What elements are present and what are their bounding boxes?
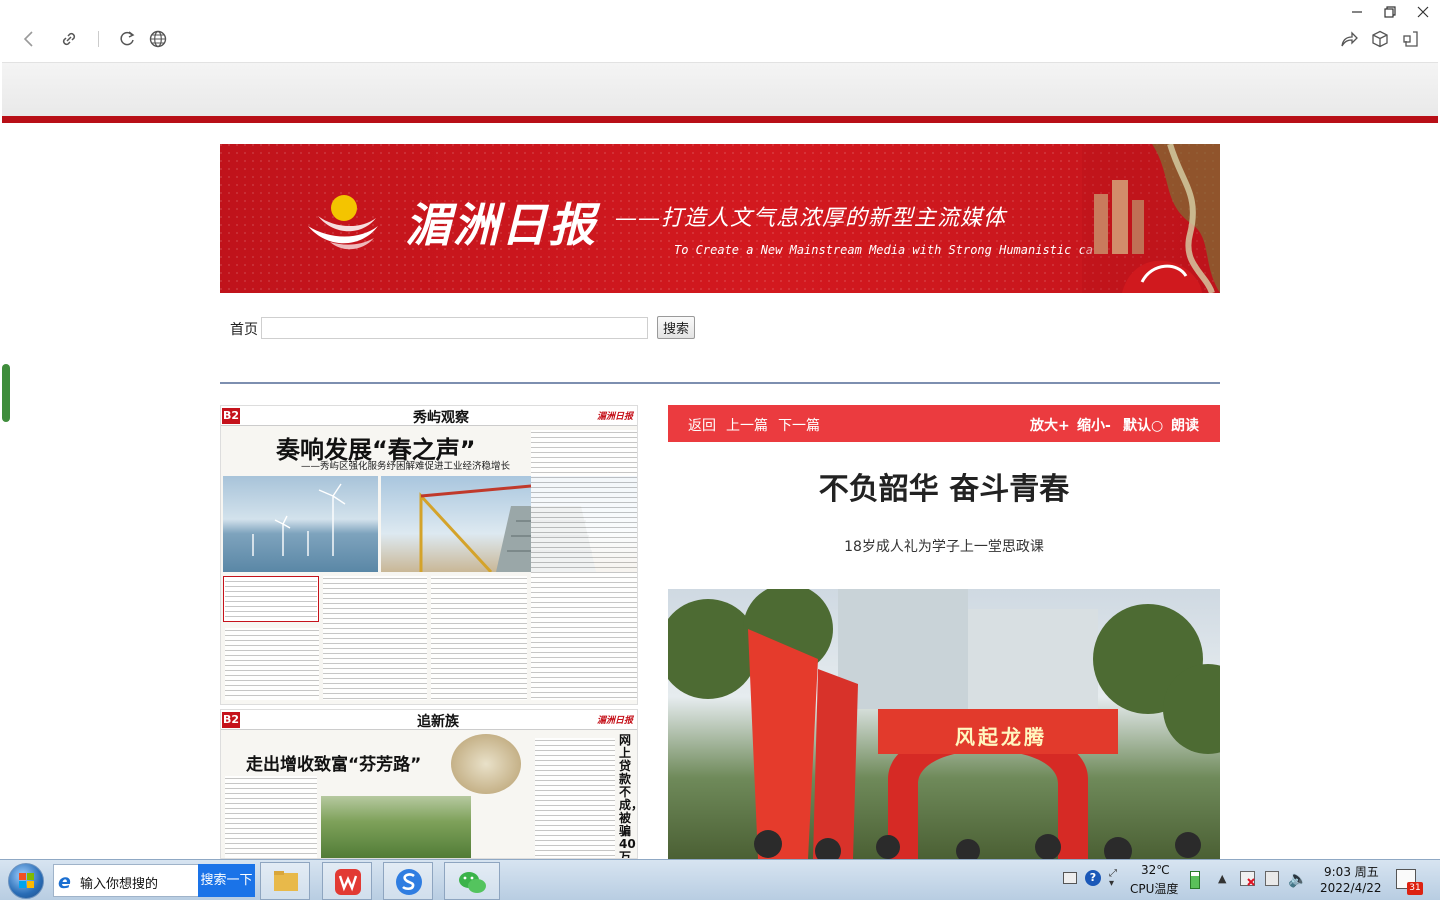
refresh-icon[interactable] [117,29,137,49]
page-header: B2 秀屿观察 湄洲日报 [221,406,637,426]
cpu-temperature-label: CPU温度 [1130,882,1179,896]
back-link[interactable]: 返回 [688,415,716,435]
ie-icon: e [58,871,71,893]
page-section: 秀屿观察 [413,410,469,426]
page-header: B2 追新族 湄洲日报 [221,710,637,730]
wind-farm-photo [223,476,378,572]
site-top-red-line [2,116,1438,123]
share-icon[interactable] [1339,29,1359,49]
taskbar-search-button[interactable]: 搜索一下 [198,864,255,897]
clock-date[interactable]: 2022/4/22 [1320,881,1382,895]
search-input[interactable] [261,317,648,339]
minimize-icon[interactable] [1348,3,1366,21]
next-article-link[interactable]: 下一篇 [778,415,820,435]
page-side-headline: 网上贷款不成，被骗40万 [619,733,637,859]
article-subtitle: 18岁成人礼为学子上一堂思政课 [844,539,1044,555]
taskbar-search-placeholder: 输入你想搜的 [80,877,159,892]
windows-start-icon[interactable] [8,863,44,899]
network-error-icon[interactable] [1240,871,1255,886]
pineapple-field-photo [321,796,471,858]
content-divider [220,382,1220,384]
windows-taskbar: e 输入你想搜的 搜索一下 ? ⤢ ▾ 32℃ CPU温度 ▲ 🔈 9:03 周五… [0,859,1440,900]
notification-badge: 31 [1407,882,1423,895]
file-explorer-icon[interactable] [260,862,310,900]
tray-arrows-icon[interactable]: ⤢ ▾ [1109,869,1117,889]
newspaper-logo-icon [308,195,378,250]
article-photo: 风起龙腾 [668,589,1220,859]
city-skyline-image [1082,144,1220,293]
site-banner: 湄洲日报 ——打造人文气息浓厚的新型主流媒体 To Create a New M… [220,144,1220,293]
page-brand: 湄洲日报 [596,412,633,422]
zoom-in-button[interactable]: 放大+ [1030,415,1070,435]
search-button[interactable]: 搜索 [657,316,695,339]
banner-slogan-english: To Create a New Mainstream Media with St… [674,243,1108,257]
newspaper-page-thumbnail[interactable]: B2 秀屿观察 湄洲日报 奏响发展“春之声” ——秀屿区强化服务纾困解难促进工业… [220,405,638,705]
wps-icon[interactable] [322,862,372,900]
page-brand: 湄洲日报 [596,716,633,726]
link-icon[interactable] [59,29,79,49]
person-photo [451,734,521,794]
previous-article-link[interactable]: 上一篇 [726,415,768,435]
article-toolbar: 返回 上一篇 下一篇 放大+ 缩小- 默认○ 朗读 [668,405,1220,442]
close-icon[interactable] [1414,3,1432,21]
taskbar-search-box[interactable]: e 输入你想搜的 [53,864,199,897]
page-headline: 走出增收致富“芬芳路” [246,755,422,775]
browser-toolbar [0,0,1440,60]
newspaper-logo-text: 湄洲日报 [405,198,597,252]
back-arrow-icon[interactable] [19,29,39,49]
battery-icon[interactable] [1190,871,1200,889]
clock-time[interactable]: 9:03 周五 [1324,863,1379,880]
device-icon[interactable] [1265,871,1279,886]
newspaper-page-thumbnail[interactable]: B2 追新族 湄洲日报 走出增收致富“芬芳路” 网上贷款不成，被骗40万 [220,709,638,859]
banner-slogan: ——打造人文气息浓厚的新型主流媒体 [615,206,1007,231]
read-aloud-button[interactable]: 朗读 [1171,415,1199,435]
wechat-icon[interactable] [444,862,500,900]
arch-sign: 风起龙腾 [955,725,1047,749]
keyboard-icon[interactable] [1063,872,1077,884]
cpu-temperature: 32℃ [1141,863,1170,877]
scrollbar-thumb[interactable] [2,364,10,422]
toolbar-separator [98,31,99,47]
globe-icon[interactable] [148,29,168,49]
screenshot-icon[interactable] [1401,29,1421,49]
cube-icon[interactable] [1370,29,1390,49]
home-link[interactable]: 首页 [230,319,258,339]
page-subheadline: ——秀屿区强化服务纾困解难促进工业经济稳增长 [301,461,511,472]
help-icon[interactable]: ? [1085,870,1101,886]
article-title: 不负韶华 奋斗青春 [818,472,1070,507]
volume-icon[interactable]: 🔈 [1288,869,1308,888]
page-number: B2 [222,408,240,424]
restore-icon[interactable] [1381,3,1399,21]
default-size-button[interactable]: 默认○ [1123,415,1163,435]
zoom-out-button[interactable]: 缩小- [1077,415,1111,435]
site-top-bar [2,62,1438,116]
page-number: B2 [222,712,240,728]
sogou-icon[interactable] [383,862,433,900]
page-section: 追新族 [417,714,459,730]
show-hidden-icons[interactable]: ▲ [1218,872,1226,885]
